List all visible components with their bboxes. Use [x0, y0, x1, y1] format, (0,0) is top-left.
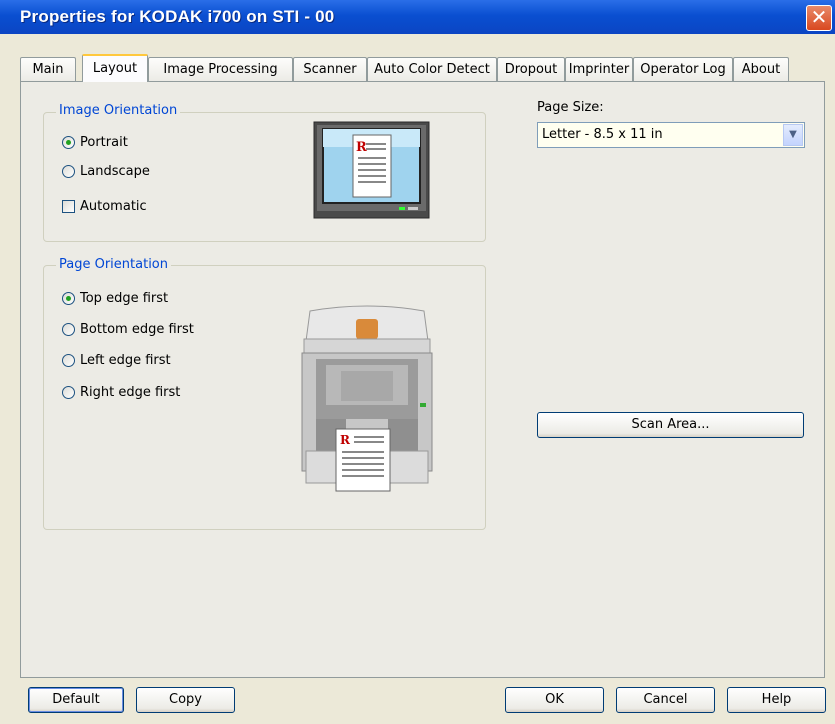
copy-button[interactable]: Copy	[136, 687, 235, 713]
tab-imprinter[interactable]: Imprinter	[565, 57, 633, 81]
top-edge-first-label: Top edge first	[80, 290, 169, 306]
monitor-preview-icon: R	[313, 121, 430, 219]
radio-indicator[interactable]	[62, 322, 75, 336]
scanner-illustration-icon: R	[296, 301, 438, 493]
checkbox-indicator[interactable]	[62, 199, 75, 213]
portrait-radio[interactable]: Portrait	[62, 133, 128, 151]
window-title: Properties for KODAK i700 on STI - 00	[20, 7, 335, 26]
tab-dropout[interactable]: Dropout	[497, 57, 565, 81]
radio-indicator[interactable]	[62, 353, 75, 367]
ok-button[interactable]: OK	[505, 687, 604, 713]
scanner-doc-letter: R	[340, 433, 351, 447]
right-edge-first-label: Right edge first	[80, 384, 181, 400]
page-size-value: Letter - 8.5 x 11 in	[542, 127, 663, 142]
image-orientation-label: Image Orientation	[56, 103, 181, 118]
page-size-select[interactable]: Letter - 8.5 x 11 in ▼	[537, 122, 805, 148]
preview-doc-letter: R	[356, 140, 367, 155]
tab-main[interactable]: Main	[20, 57, 76, 81]
default-button[interactable]: Default	[28, 687, 124, 713]
bottom-edge-first-label: Bottom edge first	[80, 321, 194, 337]
radio-indicator[interactable]	[62, 164, 75, 178]
tab-layout[interactable]: Layout	[82, 54, 148, 82]
left-edge-first-label: Left edge first	[80, 352, 171, 368]
landscape-label: Landscape	[80, 163, 150, 179]
close-icon[interactable]: ✕	[806, 5, 832, 31]
radio-indicator[interactable]	[62, 291, 75, 305]
radio-indicator[interactable]	[62, 135, 75, 149]
title-bar: Properties for KODAK i700 on STI - 00 ✕	[0, 0, 835, 34]
radio-indicator[interactable]	[62, 385, 75, 399]
right-edge-first-radio[interactable]: Right edge first	[62, 383, 180, 401]
landscape-radio[interactable]: Landscape	[62, 162, 150, 180]
tab-about[interactable]: About	[733, 57, 789, 81]
tab-operator-log[interactable]: Operator Log	[633, 57, 733, 81]
page-size-label: Page Size:	[537, 100, 604, 115]
tab-scanner[interactable]: Scanner	[293, 57, 367, 81]
page-orientation-label: Page Orientation	[56, 257, 171, 272]
scan-area-button[interactable]: Scan Area...	[537, 412, 804, 438]
left-edge-first-radio[interactable]: Left edge first	[62, 351, 171, 369]
cancel-button[interactable]: Cancel	[616, 687, 715, 713]
top-edge-first-radio[interactable]: Top edge first	[62, 289, 168, 307]
help-button[interactable]: Help	[727, 687, 826, 713]
tab-auto-color-detect[interactable]: Auto Color Detect	[367, 57, 497, 81]
automatic-checkbox[interactable]: Automatic	[62, 197, 147, 215]
bottom-edge-first-radio[interactable]: Bottom edge first	[62, 320, 194, 338]
chevron-down-icon[interactable]: ▼	[783, 124, 803, 146]
automatic-label: Automatic	[80, 198, 147, 214]
tab-image-processing[interactable]: Image Processing	[148, 57, 293, 81]
portrait-label: Portrait	[80, 134, 128, 150]
